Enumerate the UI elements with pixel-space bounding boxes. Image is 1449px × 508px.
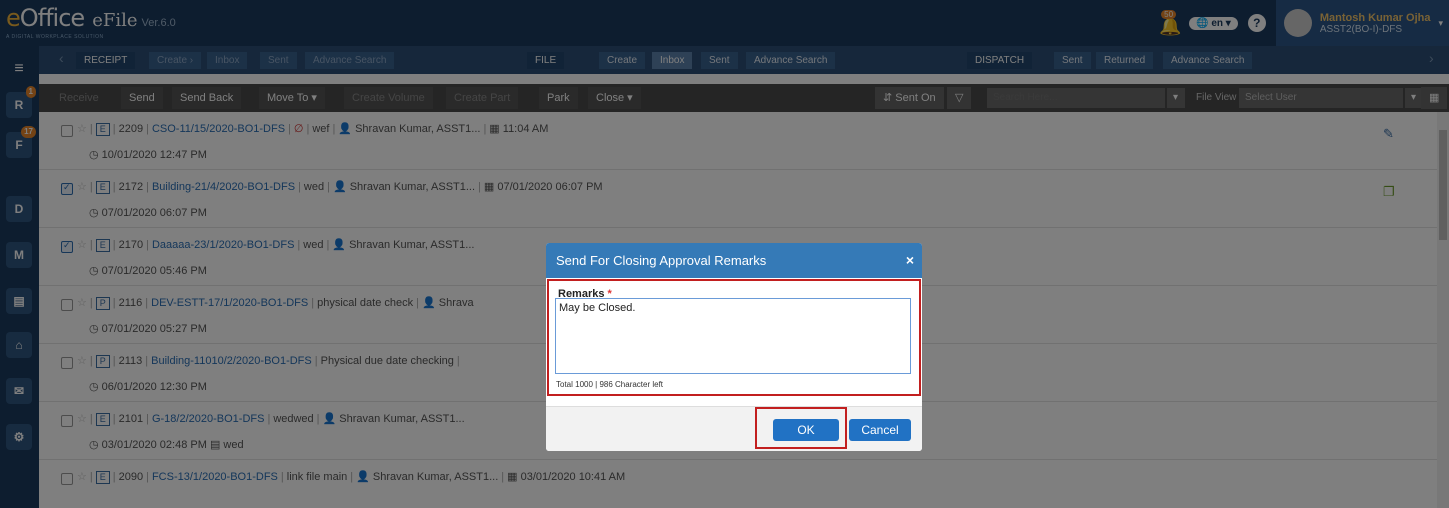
ok-button[interactable]: OK xyxy=(773,419,839,441)
closing-approval-dialog: Send For Closing Approval Remarks × Rema… xyxy=(546,243,922,451)
remarks-textarea[interactable]: May be Closed. xyxy=(555,298,911,374)
dialog-header: Send For Closing Approval Remarks × xyxy=(546,243,922,278)
close-icon[interactable]: × xyxy=(906,243,914,278)
dialog-title: Send For Closing Approval Remarks xyxy=(556,253,767,268)
character-counter: Total 1000 | 986 Character left xyxy=(556,380,664,389)
cancel-button[interactable]: Cancel xyxy=(849,419,911,441)
